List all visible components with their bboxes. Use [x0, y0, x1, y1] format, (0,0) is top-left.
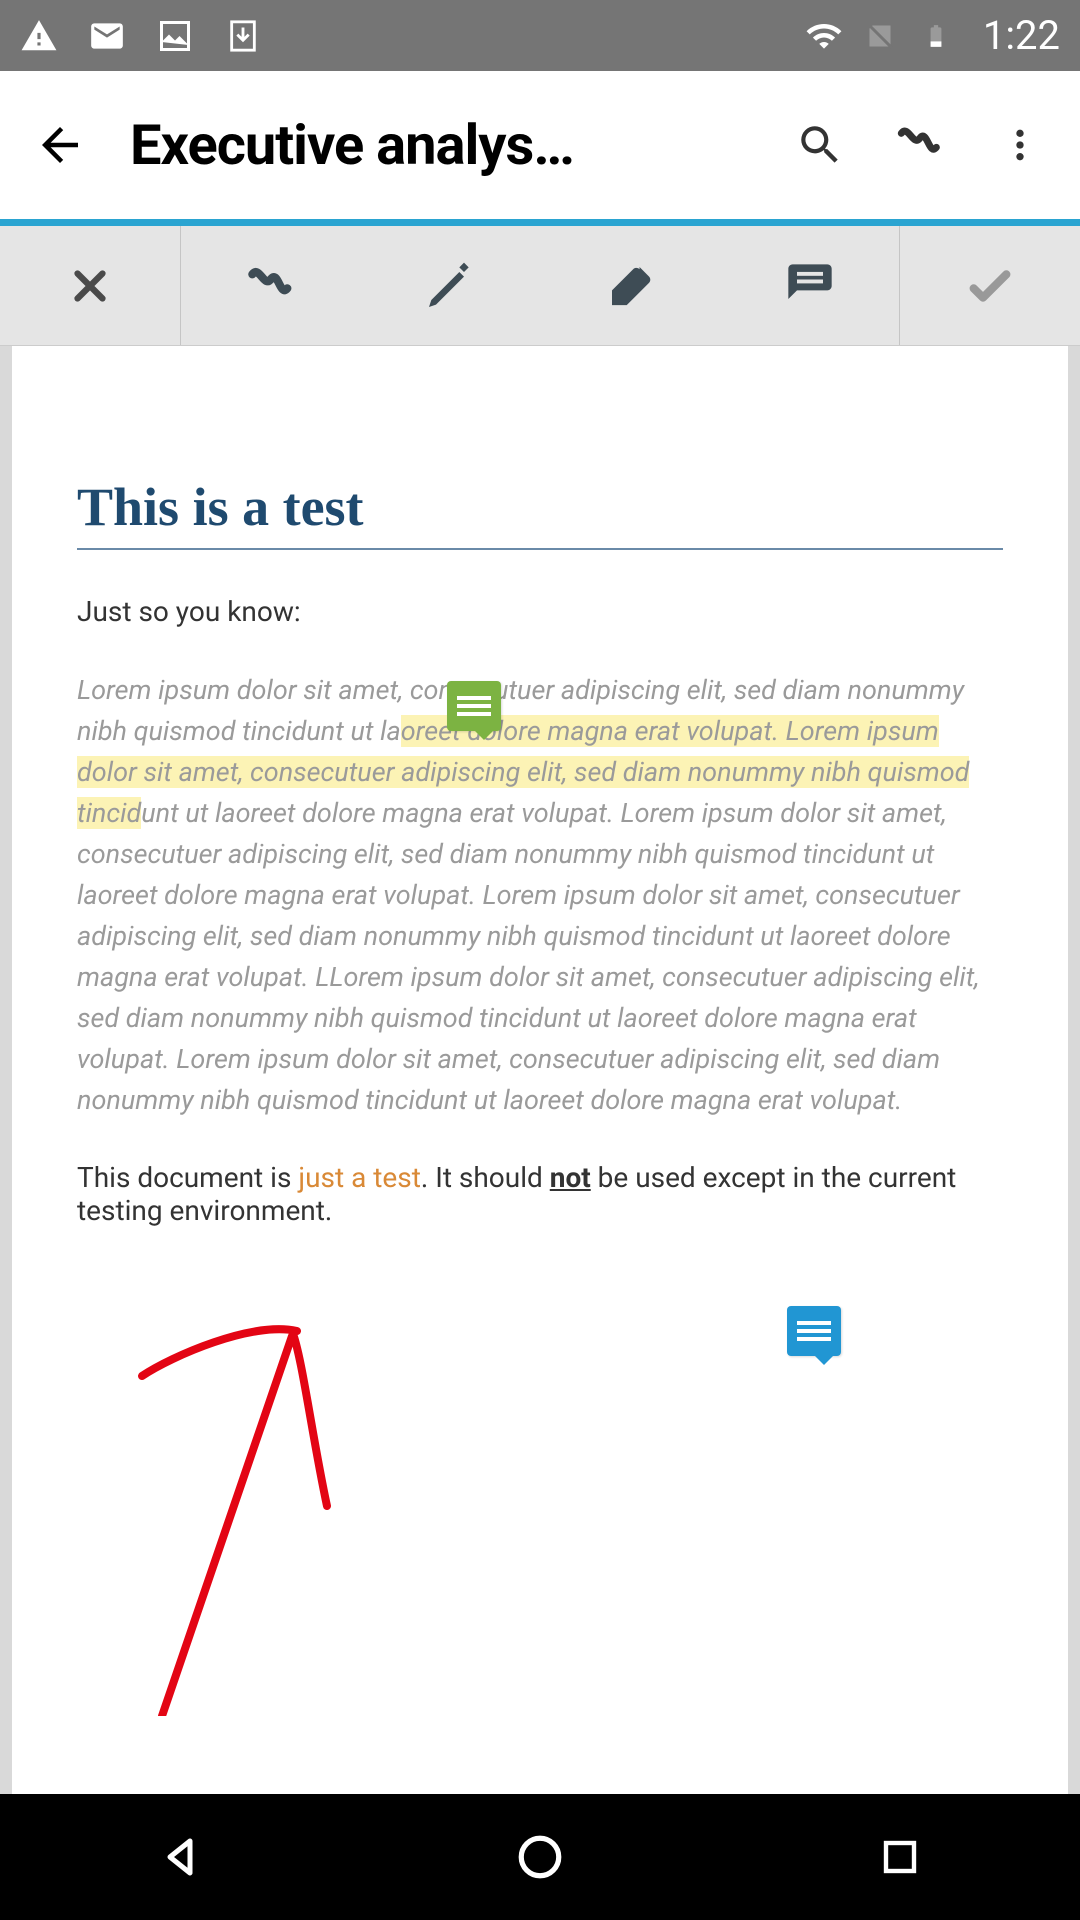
- close-draw-button[interactable]: [0, 226, 181, 345]
- comment-marker-blue[interactable]: [787, 1306, 841, 1356]
- confirm-draw-button[interactable]: [899, 226, 1080, 345]
- no-sim-icon: [861, 17, 899, 55]
- draw-mode-button[interactable]: [890, 115, 950, 175]
- footer-mid: . It should: [421, 1161, 550, 1194]
- comment-tool-button[interactable]: [720, 226, 900, 345]
- freehand-tool-button[interactable]: [181, 226, 361, 345]
- gmail-icon: [88, 17, 126, 55]
- nav-home-button[interactable]: [510, 1827, 570, 1887]
- search-button[interactable]: [790, 115, 850, 175]
- status-left: [20, 17, 262, 55]
- highlighter-tool-button[interactable]: [360, 226, 540, 345]
- image-icon: [156, 17, 194, 55]
- freehand-arrow-annotation[interactable]: [132, 1316, 382, 1716]
- wifi-icon: [805, 17, 843, 55]
- app-title: Executive analys…: [130, 112, 750, 178]
- nav-back-button[interactable]: [150, 1827, 210, 1887]
- back-button[interactable]: [30, 115, 90, 175]
- footer-pre: This document is: [77, 1161, 298, 1194]
- document-page[interactable]: This is a test Just so you know: Lorem i…: [12, 346, 1068, 1886]
- warning-icon: [20, 17, 58, 55]
- footer-not: not: [550, 1161, 591, 1194]
- document-subtitle: Just so you know:: [77, 595, 1003, 628]
- system-nav-bar: [0, 1794, 1080, 1920]
- app-bar: Executive analys…: [0, 71, 1080, 226]
- status-time: 1:22: [983, 12, 1060, 59]
- document-body: Lorem ipsum dolor sit amet, consecutuer …: [77, 670, 1003, 1121]
- draw-toolbar: [0, 226, 1080, 346]
- download-icon: [224, 17, 262, 55]
- status-bar: 1:22: [0, 0, 1080, 71]
- document-viewport[interactable]: This is a test Just so you know: Lorem i…: [0, 346, 1080, 1886]
- body-text-post: unt ut laoreet dolore magna erat volupat…: [77, 797, 979, 1116]
- comment-marker-green[interactable]: [447, 681, 501, 731]
- nav-recent-button[interactable]: [870, 1827, 930, 1887]
- eraser-tool-button[interactable]: [540, 226, 720, 345]
- document-footer: This document is just a test. It should …: [77, 1161, 1003, 1227]
- overflow-menu-button[interactable]: [990, 115, 1050, 175]
- document-title: This is a test: [77, 476, 1003, 550]
- footer-link-text[interactable]: just a test: [298, 1161, 421, 1194]
- battery-icon: [917, 17, 955, 55]
- status-right: 1:22: [805, 12, 1060, 59]
